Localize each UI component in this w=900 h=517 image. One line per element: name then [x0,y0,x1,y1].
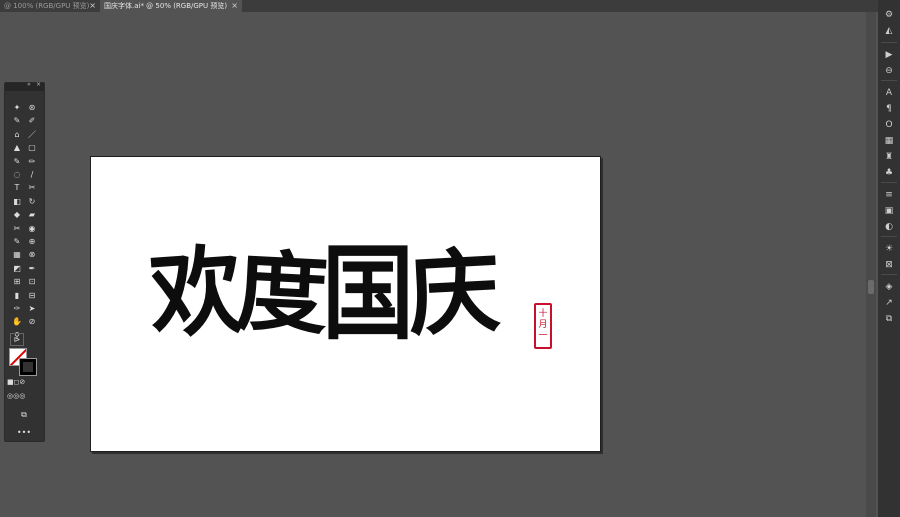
dock-panel-icon[interactable]: ▦ [878,134,900,148]
dock-panel-icon[interactable]: ▣ [878,204,900,218]
calligraphy-title[interactable]: 欢度国庆 [146,226,532,360]
dock-panel-icon[interactable]: ⊠ [878,258,900,272]
seal-char: 十 [538,309,548,319]
scrollbar-thumb[interactable] [868,280,874,294]
tool-icon[interactable]: ✑ [11,303,23,314]
tool-icon[interactable]: ↻ [26,196,38,207]
dock-separator [881,80,897,81]
tool-icon[interactable]: ✒ [26,263,38,274]
collapse-icon[interactable]: « [27,81,31,88]
dock-separator [881,274,897,275]
dock-panel-icon[interactable]: ▶ [878,48,900,62]
tools-panel-header[interactable]: « × [5,81,44,91]
right-panel-dock: ⚙ ◭ ▶ ⊖ A ¶ O ▦ ♜ ♣ ≡ ▣ ◐ ☀ ⊠ ◈ ↗ ⧉ [878,0,900,517]
tool-icon[interactable]: ▢ [26,142,38,153]
tool-icon[interactable]: ⊕ [26,236,38,247]
tool-icon[interactable]: ⊘ [26,316,38,327]
tool-icon[interactable]: ✎ [11,236,23,247]
dock-panel-icon[interactable]: ♜ [878,150,900,164]
tab-document-2-label: 国庆字体.ai* @ 50% (RGB/GPU 预览) [104,2,228,10]
tool-icon[interactable]: ✏ [26,156,38,167]
tool-icon[interactable]: ✂ [11,223,23,234]
tool-icon[interactable]: ⊡ [26,276,38,287]
tool-icon[interactable]: ✎ [11,115,23,126]
dock-panel-icon[interactable]: A [878,86,900,100]
dock-panel-icon[interactable]: O [878,118,900,132]
vertical-scrollbar[interactable] [866,12,876,517]
dock-panel-icon[interactable]: ◈ [878,280,900,294]
tool-icon[interactable]: T [11,182,23,193]
draw-mode-icons[interactable]: ◎◎◎ [7,391,25,402]
dock-panel-icon[interactable]: ⊖ [878,64,900,78]
dock-separator [881,42,897,43]
more-tools-icon[interactable]: ••• [13,427,35,438]
tool-icon[interactable]: ▰ [26,209,38,220]
tool-icon[interactable]: ▮ [11,290,23,301]
close-icon[interactable]: × [231,0,238,12]
tool-icon[interactable]: ➤ [26,303,38,314]
calligraphy-char: 度 [233,239,325,347]
tool-icon[interactable]: ◉ [26,223,38,234]
stroke-color-swatch[interactable] [19,358,37,376]
tool-icon[interactable]: ⌂ [11,129,23,140]
tool-icon[interactable]: ◧ [11,196,23,207]
tool-icon[interactable]: ∕ [26,169,38,180]
tool-icon[interactable]: ／ [26,129,38,140]
seal-char: 一 [538,331,548,341]
tool-icon[interactable]: ◆ [11,209,23,220]
dock-separator [881,236,897,237]
document-tab-bar: @ 100% (RGB/GPU 预览) × 国庆字体.ai* @ 50% (RG… [0,0,900,12]
dock-panel-icon[interactable]: ⧉ [878,312,900,326]
tool-icon[interactable]: ⊟ [26,290,38,301]
tab-document-1[interactable]: @ 100% (RGB/GPU 预览) × [0,0,100,12]
dock-panel-icon[interactable]: ♣ [878,166,900,180]
tool-icon[interactable]: ▦ [11,249,23,260]
color-mode-icons[interactable]: ■◻⊘ [7,377,25,388]
tool-icon[interactable]: ◌ [11,169,23,180]
close-icon[interactable]: × [36,81,41,88]
tool-icon[interactable]: ✐ [26,115,38,126]
dock-panel-icon[interactable]: ◭ [878,24,900,38]
tab-document-1-label: @ 100% (RGB/GPU 预览) [4,2,90,10]
tool-icon[interactable]: ⊗ [26,249,38,260]
close-icon[interactable]: × [89,0,96,12]
tool-icon[interactable]: ✂ [26,182,38,193]
artboard-selector-icon[interactable]: ⊳ [10,333,24,346]
calligraphy-char: 国 [322,232,414,354]
tool-icon[interactable]: ✋ [11,316,23,327]
dock-panel-icon[interactable]: ¶ [878,102,900,116]
screen-mode-icon[interactable]: ⧉ [18,409,30,420]
dock-panel-icon[interactable]: ◐ [878,220,900,234]
dock-panel-icon[interactable]: ≡ [878,188,900,202]
tool-icon[interactable]: ▲ [11,142,23,153]
tool-icon[interactable]: ◩ [11,263,23,274]
tool-icon[interactable]: ✎ [11,156,23,167]
tool-icon[interactable]: ⊛ [26,102,38,113]
dock-panel-icon[interactable]: ☀ [878,242,900,256]
calligraphy-char: 庆 [405,236,497,350]
dock-separator [881,182,897,183]
seal-char: 月 [538,320,548,330]
tool-icon[interactable]: ⊞ [11,276,23,287]
tool-icon[interactable]: ✦ [11,102,23,113]
calligraphy-char: 欢 [146,233,240,353]
tab-document-2[interactable]: 国庆字体.ai* @ 50% (RGB/GPU 预览) × [100,0,242,12]
dock-panel-icon[interactable]: ⚙ [878,8,900,22]
dock-panel-icon[interactable]: ↗ [878,296,900,310]
red-seal-stamp[interactable]: 十 月 一 [534,303,552,349]
tools-panel: « × ✦ ⊛ ✎ ✐ ⌂ ／ ▲ ▢ ✎ ✏ ◌ ∕ T ✂ ◧ ↻ ◆ ▰ ✂ ◉ ✎ ⊕ ▦ ⊗ ◩ ✒ ⊞ ⊡ ▮ ⊟ ✑ ➤ ✋ ⊘ ⚲ … [4,81,45,442]
